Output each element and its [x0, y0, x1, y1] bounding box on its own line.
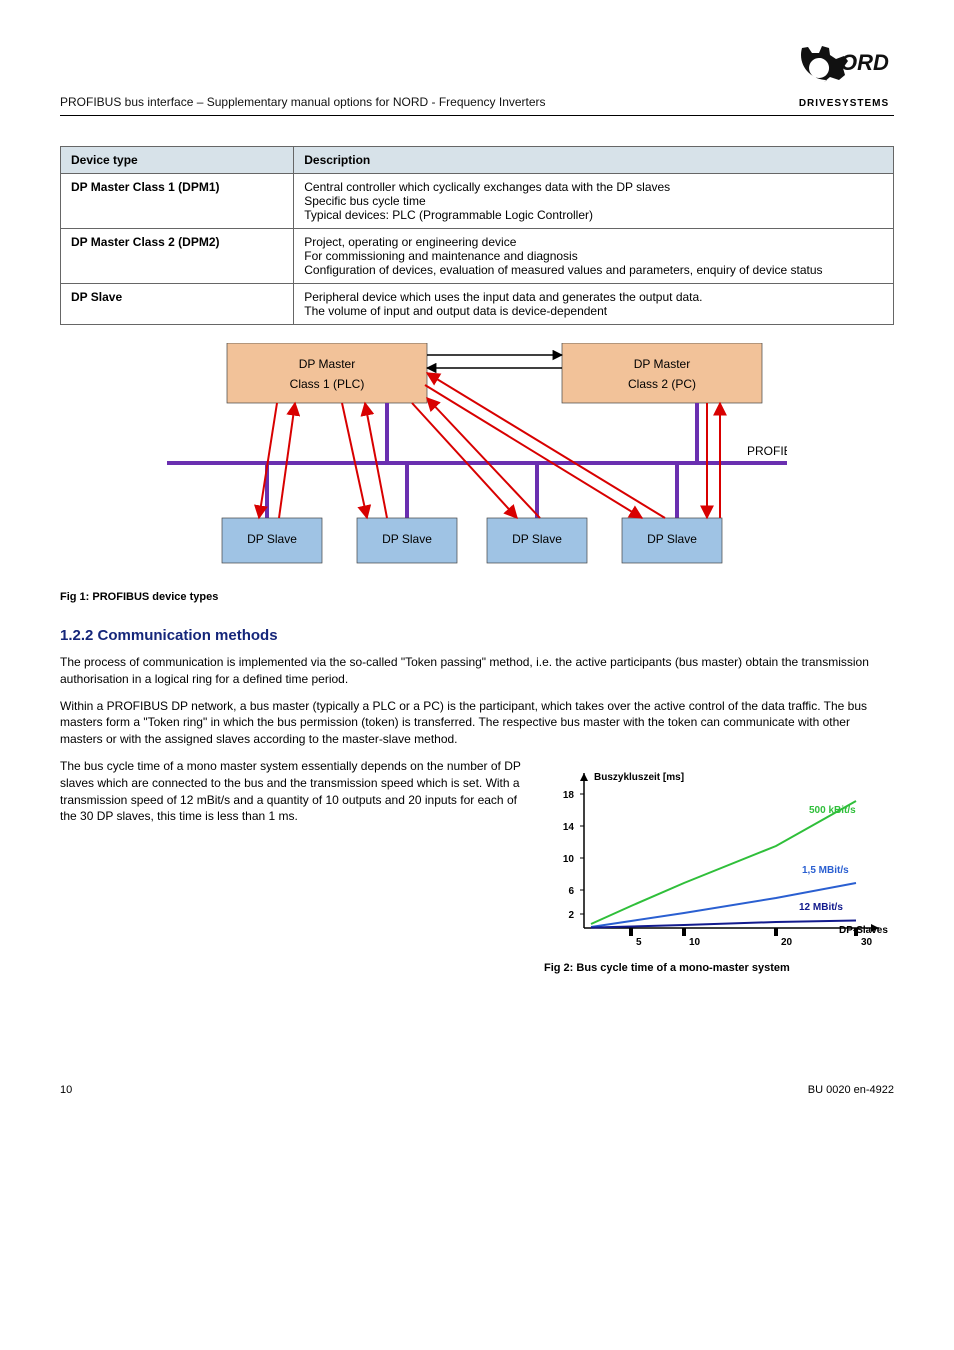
diagram-master1-bot: Class 1 (PLC) — [290, 377, 365, 391]
figure-2-caption: Fig 2: Bus cycle time of a mono-master s… — [544, 962, 894, 974]
page-header: PROFIBUS bus interface – Supplementary m… — [60, 40, 894, 116]
body-paragraph-2: Within a PROFIBUS DP network, a bus mast… — [60, 698, 894, 748]
body-paragraph-1: The process of communication is implemen… — [60, 654, 894, 688]
row-label: DP Master Class 2 (DPM2) — [61, 229, 294, 284]
svg-text:ORD: ORD — [840, 50, 889, 75]
diagram-bus-label: PROFIBUS — [747, 444, 787, 458]
svg-text:6: 6 — [568, 886, 574, 897]
page-footer: 10 BU 0020 en-4922 — [60, 1084, 894, 1096]
table-row: DP Master Class 2 (DPM2) Project, operat… — [61, 229, 894, 284]
bus-cycle-chart-icon: Buszykluszeit [ms] 18 14 10 6 2 5 10 20 — [544, 758, 894, 958]
brand-block: ORD DRIVESYSTEMS — [794, 40, 894, 109]
diagram-slave-label: DP Slave — [647, 532, 697, 546]
svg-text:10: 10 — [689, 937, 701, 948]
profibus-topology-diagram-icon: DP Master Class 1 (PLC) DP Master Class … — [167, 343, 787, 573]
svg-text:10: 10 — [563, 854, 575, 865]
row-desc: Project, operating or engineering device… — [294, 229, 894, 284]
diagram-slave-label: DP Slave — [382, 532, 432, 546]
svg-text:1,5 MBit/s: 1,5 MBit/s — [802, 865, 849, 876]
col-device-type: Device type — [61, 147, 294, 174]
col-description: Description — [294, 147, 894, 174]
body-paragraph-3: The bus cycle time of a mono master syst… — [60, 758, 526, 825]
page-number: 10 — [60, 1084, 72, 1096]
svg-text:2: 2 — [568, 910, 574, 921]
doc-title: PROFIBUS bus interface – Supplementary m… — [60, 95, 546, 109]
diagram-slave-label: DP Slave — [512, 532, 562, 546]
row-desc: Central controller which cyclically exch… — [294, 174, 894, 229]
svg-text:500 kBit/s: 500 kBit/s — [809, 805, 856, 816]
figure-1-caption: Fig 1: PROFIBUS device types — [60, 591, 894, 603]
svg-text:5: 5 — [636, 937, 642, 948]
diagram-master1-top: DP Master — [299, 357, 355, 371]
row-label: DP Master Class 1 (DPM1) — [61, 174, 294, 229]
svg-text:30: 30 — [861, 937, 873, 948]
diagram-master2-top: DP Master — [634, 357, 690, 371]
svg-text:12 MBit/s: 12 MBit/s — [799, 902, 843, 913]
table-row: DP Master Class 1 (DPM1) Central control… — [61, 174, 894, 229]
device-types-table: Device type Description DP Master Class … — [60, 146, 894, 325]
diagram-master2-bot: Class 2 (PC) — [628, 377, 696, 391]
svg-text:18: 18 — [563, 790, 575, 801]
row-desc: Peripheral device which uses the input d… — [294, 284, 894, 325]
table-header-row: Device type Description — [61, 147, 894, 174]
table-row: DP Slave Peripheral device which uses th… — [61, 284, 894, 325]
doc-id: BU 0020 en-4922 — [808, 1084, 894, 1096]
row-label: DP Slave — [61, 284, 294, 325]
chart-y-title: Buszykluszeit [ms] — [594, 772, 684, 783]
section-heading: 1.2.2 Communication methods — [60, 627, 894, 644]
diagram-slave-label: DP Slave — [247, 532, 297, 546]
svg-text:20: 20 — [781, 937, 793, 948]
svg-text:14: 14 — [563, 822, 575, 833]
brand-subtitle: DRIVESYSTEMS — [799, 98, 889, 109]
brand-gear-logo-icon: ORD — [794, 40, 894, 96]
chart-x-title: DP-Slaves — [839, 925, 888, 936]
